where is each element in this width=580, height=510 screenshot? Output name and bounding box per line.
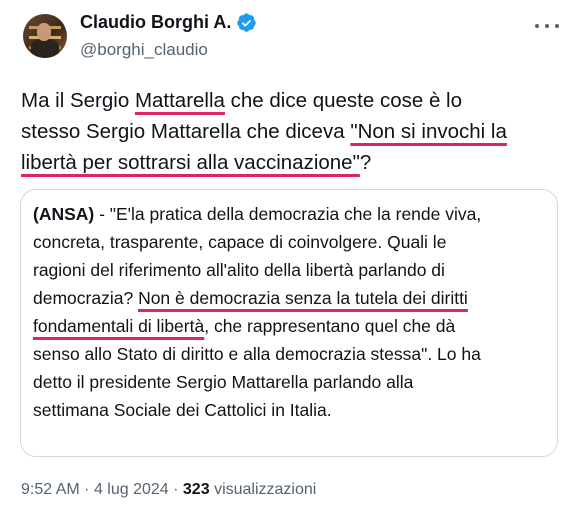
author-display-name[interactable]: Claudio Borghi A. — [80, 12, 231, 33]
separator: · — [173, 481, 179, 498]
quote-line: fondamentali di libertà, che rappresenta… — [33, 316, 456, 336]
tweet-time[interactable]: 9:52 AM — [21, 481, 80, 498]
tweet-card: Claudio Borghi A. @borghi_claudio Ma il … — [0, 0, 580, 510]
quoted-text-box: (ANSA) - "E'la pratica della democrazia … — [20, 189, 558, 457]
quote-line: settimana Sociale dei Cattolici in Itali… — [33, 400, 332, 420]
quote-line: senso allo Stato di diritto e alla democ… — [33, 344, 481, 364]
quote-source: (ANSA) — [33, 204, 95, 224]
tweet-text-line: stesso Sergio Mattarella che diceva "Non… — [21, 120, 507, 143]
more-dot — [555, 24, 559, 28]
quote-line: democrazia? Non è democrazia senza la tu… — [33, 288, 468, 308]
avatar-figure — [31, 39, 59, 58]
quote-line: detto il presidente Sergio Mattarella pa… — [33, 372, 414, 392]
tweet-text: Ma il Sergio Mattarella che dice queste … — [21, 85, 561, 178]
separator: · — [84, 481, 90, 498]
tweet-meta: 9:52 AM · 4 lug 2024 · 323 visualizzazio… — [21, 481, 316, 499]
author-name-row[interactable]: Claudio Borghi A. — [80, 12, 257, 33]
quote-line: (ANSA) - "E'la pratica della democrazia … — [33, 204, 482, 224]
views-label: visualizzazioni — [214, 481, 317, 498]
highlighted-text: "Non si invochi la — [350, 120, 507, 143]
more-dot — [545, 24, 549, 28]
quote-line: ragioni del riferimento all'alito della … — [33, 260, 445, 280]
avatar[interactable] — [23, 14, 67, 58]
more-options-icon[interactable] — [535, 16, 559, 36]
author-handle[interactable]: @borghi_claudio — [80, 40, 208, 60]
quote-line: concreta, trasparente, capace di coinvol… — [33, 232, 447, 252]
views-count: 323 — [182, 481, 210, 498]
highlighted-text: fondamentali di libertà — [33, 316, 205, 336]
quoted-text: (ANSA) - "E'la pratica della democrazia … — [33, 200, 553, 424]
more-dot — [535, 24, 539, 28]
tweet-date[interactable]: 4 lug 2024 — [94, 481, 169, 498]
highlighted-text: libertà per sottrarsi alla vaccinazione" — [21, 151, 360, 174]
verified-badge-icon — [237, 13, 257, 32]
avatar-face — [37, 23, 51, 41]
tweet-text-line: libertà per sottrarsi alla vaccinazione"… — [21, 151, 372, 174]
highlighted-text: Mattarella — [134, 89, 225, 112]
highlighted-text: Non è democrazia senza la tutela dei dir… — [138, 288, 468, 308]
tweet-text-line: Ma il Sergio Mattarella che dice queste … — [21, 89, 462, 112]
